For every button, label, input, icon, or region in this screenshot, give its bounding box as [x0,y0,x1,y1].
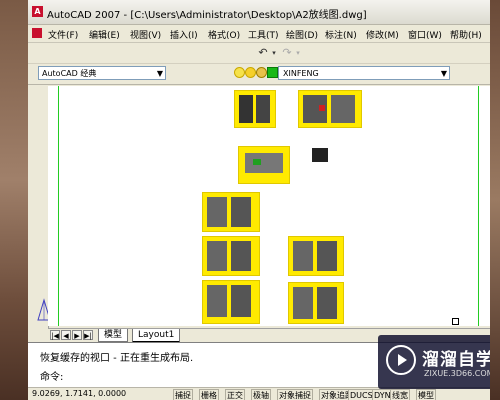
next-tab-icon[interactable]: ▶ [72,330,82,340]
command-history-line: 恢复缓存的视口 - 正在重生成布局. [40,353,194,364]
window-title: AutoCAD 2007 - [C:\Users\Administrator\D… [47,10,367,21]
menu-modify[interactable]: 修改(M) [366,28,399,41]
tab-model[interactable]: 模型 [98,329,129,342]
tab-layout1[interactable]: Layout1 [132,329,181,343]
drawing-sheet[interactable] [202,192,260,232]
watermark-logo: 溜溜自学 ZIXUE.3D66.COM [378,335,490,389]
snap-toggle[interactable]: 捕捉 [173,389,193,400]
command-prompt[interactable]: 命令: [40,368,63,383]
menu-view[interactable]: 视图(V) [130,28,161,41]
layer-select[interactable]: XINFENG ▼ [278,66,450,80]
autocad-window: A AutoCAD 2007 - [C:\Users\Administrator… [28,0,490,400]
prev-tab-icon[interactable]: ◀ [61,330,71,340]
drawing-symbol[interactable] [312,148,328,162]
drawing-sheet[interactable] [202,236,260,276]
layout-border-right [478,86,479,326]
last-tab-icon[interactable]: ▶| [83,330,93,340]
play-icon [386,345,416,375]
drawing-sheet[interactable] [298,90,362,128]
menu-help[interactable]: 帮助(H) [450,28,482,41]
menu-dimension[interactable]: 标注(N) [325,28,357,41]
redo-icon[interactable]: ↷ [280,46,294,60]
lineweight-toggle[interactable]: 线宽 [390,389,410,400]
layout-border-left [58,86,59,326]
drawing-canvas[interactable] [48,86,490,326]
layer-on-icon[interactable] [234,67,245,78]
ducs-toggle[interactable]: DUCS [348,389,375,400]
first-tab-icon[interactable]: |◀ [50,330,60,340]
menu-insert[interactable]: 插入(I) [170,28,198,41]
menu-edit[interactable]: 编辑(E) [89,28,120,41]
drawing-sheet[interactable] [238,146,290,184]
menu-bar: 文件(F) 编辑(E) 视图(V) 插入(I) 格式(O) 工具(T) 绘图(D… [28,25,490,43]
coordinate-readout: 9.0269, 1.7141, 0.0000 [32,389,127,398]
undo-icon[interactable]: ↶ [256,46,270,60]
drawing-sheet[interactable] [202,280,260,324]
drawing-sheet[interactable] [288,282,344,324]
menu-file[interactable]: 文件(F) [48,28,78,41]
autocad-app-icon[interactable]: A [32,6,43,17]
layer-freeze-icon[interactable] [245,67,256,78]
osnap-toggle[interactable]: 对象捕捉 [277,389,313,400]
watermark-url: ZIXUE.3D66.COM [424,369,490,378]
desktop-background-left [0,0,28,400]
layer-lock-icon[interactable] [256,67,267,78]
layer-color-icon[interactable] [267,67,278,78]
desktop-background-right [490,0,500,400]
title-bar[interactable]: A AutoCAD 2007 - [C:\Users\Administrator… [28,0,490,25]
menu-window[interactable]: 窗口(W) [408,28,442,41]
document-icon[interactable] [32,28,42,38]
workspace-select[interactable]: AutoCAD 经典 ▼ [38,66,166,80]
menu-format[interactable]: 格式(O) [208,28,240,41]
standard-toolbar: ↶ ▾ ↷ ▾ [28,43,490,64]
model-toggle[interactable]: 模型 [416,389,436,400]
redo-dropdown-icon[interactable]: ▾ [294,46,302,60]
layer-value: XINFENG [283,69,319,78]
grid-toggle[interactable]: 栅格 [199,389,219,400]
polar-toggle[interactable]: 极轴 [251,389,271,400]
workspace-value: AutoCAD 经典 [42,69,97,78]
ortho-toggle[interactable]: 正交 [225,389,245,400]
grip-marker[interactable] [452,318,459,325]
drawing-sheet[interactable] [288,236,344,276]
chevron-down-icon: ▼ [156,69,163,78]
layers-toolbar: AutoCAD 经典 ▼ XINFENG ▼ [28,64,490,85]
undo-dropdown-icon[interactable]: ▾ [270,46,278,60]
watermark-title: 溜溜自学 [422,350,490,370]
chevron-down-icon: ▼ [440,69,447,78]
menu-draw[interactable]: 绘图(D) [286,28,318,41]
drawing-sheet[interactable] [234,90,276,128]
menu-tools[interactable]: 工具(T) [248,28,279,41]
left-margin [28,86,51,340]
